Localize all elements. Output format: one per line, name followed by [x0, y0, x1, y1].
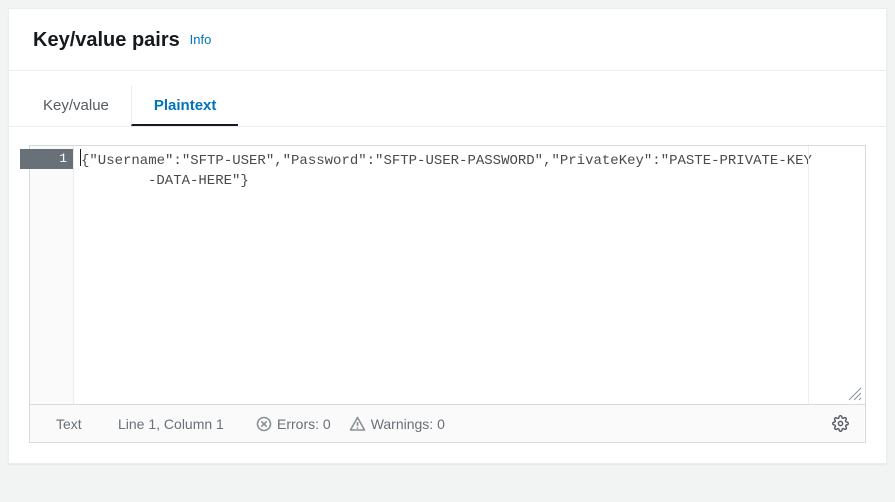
- info-link[interactable]: Info: [190, 32, 212, 47]
- gear-icon: [832, 415, 849, 432]
- warning-icon: [349, 416, 366, 432]
- code-editor: 1 {"Username":"SFTP-USER","Password":"SF…: [29, 145, 866, 443]
- error-icon: [256, 416, 272, 432]
- line-gutter: 1: [30, 146, 74, 404]
- resize-handle-icon[interactable]: [848, 387, 862, 401]
- editor-status-bar: Text Line 1, Column 1 Errors: 0 Warnings…: [30, 404, 865, 442]
- print-margin: [808, 146, 809, 404]
- code-area[interactable]: 1 {"Username":"SFTP-USER","Password":"SF…: [30, 146, 865, 404]
- code-line-2: -DATA-HERE"}: [80, 171, 857, 191]
- panel-title: Key/value pairs: [33, 29, 180, 51]
- panel-header: Key/value pairs Info: [9, 9, 886, 71]
- status-position[interactable]: Line 1, Column 1: [118, 416, 238, 432]
- tab-bar: Key/value Plaintext: [9, 85, 886, 127]
- key-value-panel: Key/value pairs Info Key/value Plaintext…: [8, 8, 887, 464]
- line-number: 1: [20, 149, 73, 169]
- code-line-1: {"Username":"SFTP-USER","Password":"SFTP…: [81, 153, 812, 169]
- editor-settings-button[interactable]: [825, 409, 855, 439]
- status-warnings[interactable]: Warnings: 0: [349, 416, 445, 432]
- tab-plaintext[interactable]: Plaintext: [131, 85, 239, 126]
- status-errors-text: Errors: 0: [277, 416, 331, 432]
- status-mode[interactable]: Text: [56, 416, 100, 432]
- status-errors[interactable]: Errors: 0: [256, 416, 331, 432]
- editor-container: 1 {"Username":"SFTP-USER","Password":"SF…: [9, 127, 886, 463]
- tab-keyvalue[interactable]: Key/value: [21, 85, 131, 126]
- code-text[interactable]: {"Username":"SFTP-USER","Password":"SFTP…: [74, 146, 865, 404]
- status-warnings-text: Warnings: 0: [371, 416, 445, 432]
